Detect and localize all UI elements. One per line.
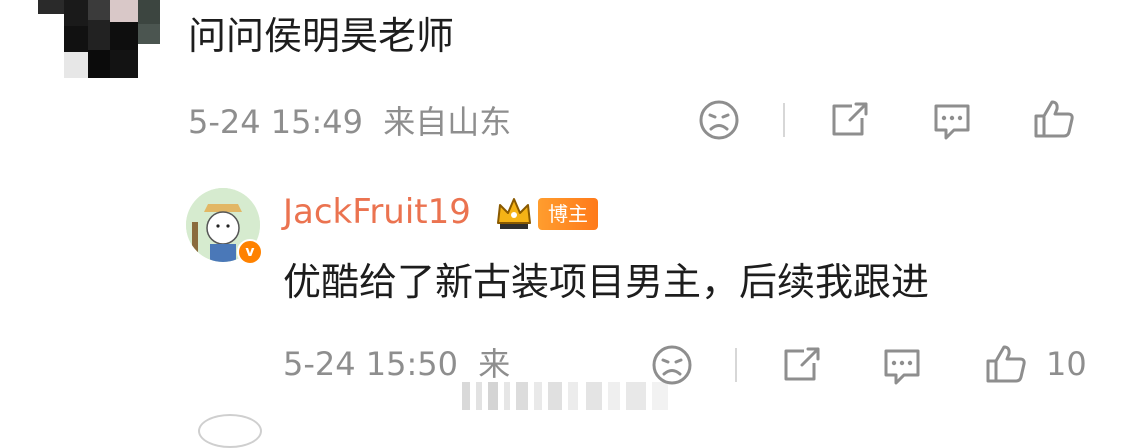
masked-text (462, 382, 668, 410)
comment-icon[interactable] (930, 100, 974, 142)
comment-meta: 5-24 15:49 来自山东 (188, 100, 511, 144)
dislike-face-icon[interactable] (698, 99, 740, 141)
crown-icon (497, 198, 531, 229)
next-avatar-edge (198, 414, 262, 448)
avatar-blurred[interactable] (38, 0, 160, 78)
share-icon[interactable] (828, 100, 870, 140)
like-icon[interactable] (1032, 98, 1076, 140)
comment-icon[interactable] (880, 345, 924, 387)
reply-timestamp: 5-24 15:50 (283, 345, 459, 383)
like-icon[interactable] (984, 343, 1028, 385)
dislike-face-icon[interactable] (651, 344, 693, 386)
comment-text: 问问侯明昊老师 (188, 14, 455, 58)
action-divider (783, 103, 785, 137)
comment-timestamp: 5-24 15:49 (188, 103, 364, 141)
blogger-badge: 博主 (538, 198, 598, 230)
share-icon[interactable] (780, 345, 822, 385)
comment-location: 来自山东 (383, 103, 512, 141)
verified-icon: v (237, 239, 263, 265)
action-divider (735, 348, 737, 382)
reply-username[interactable]: JackFruit19 (283, 188, 471, 236)
like-count: 10 (1046, 345, 1087, 383)
reply-text: 优酷给了新古装项目男主，后续我跟进 (283, 260, 930, 304)
